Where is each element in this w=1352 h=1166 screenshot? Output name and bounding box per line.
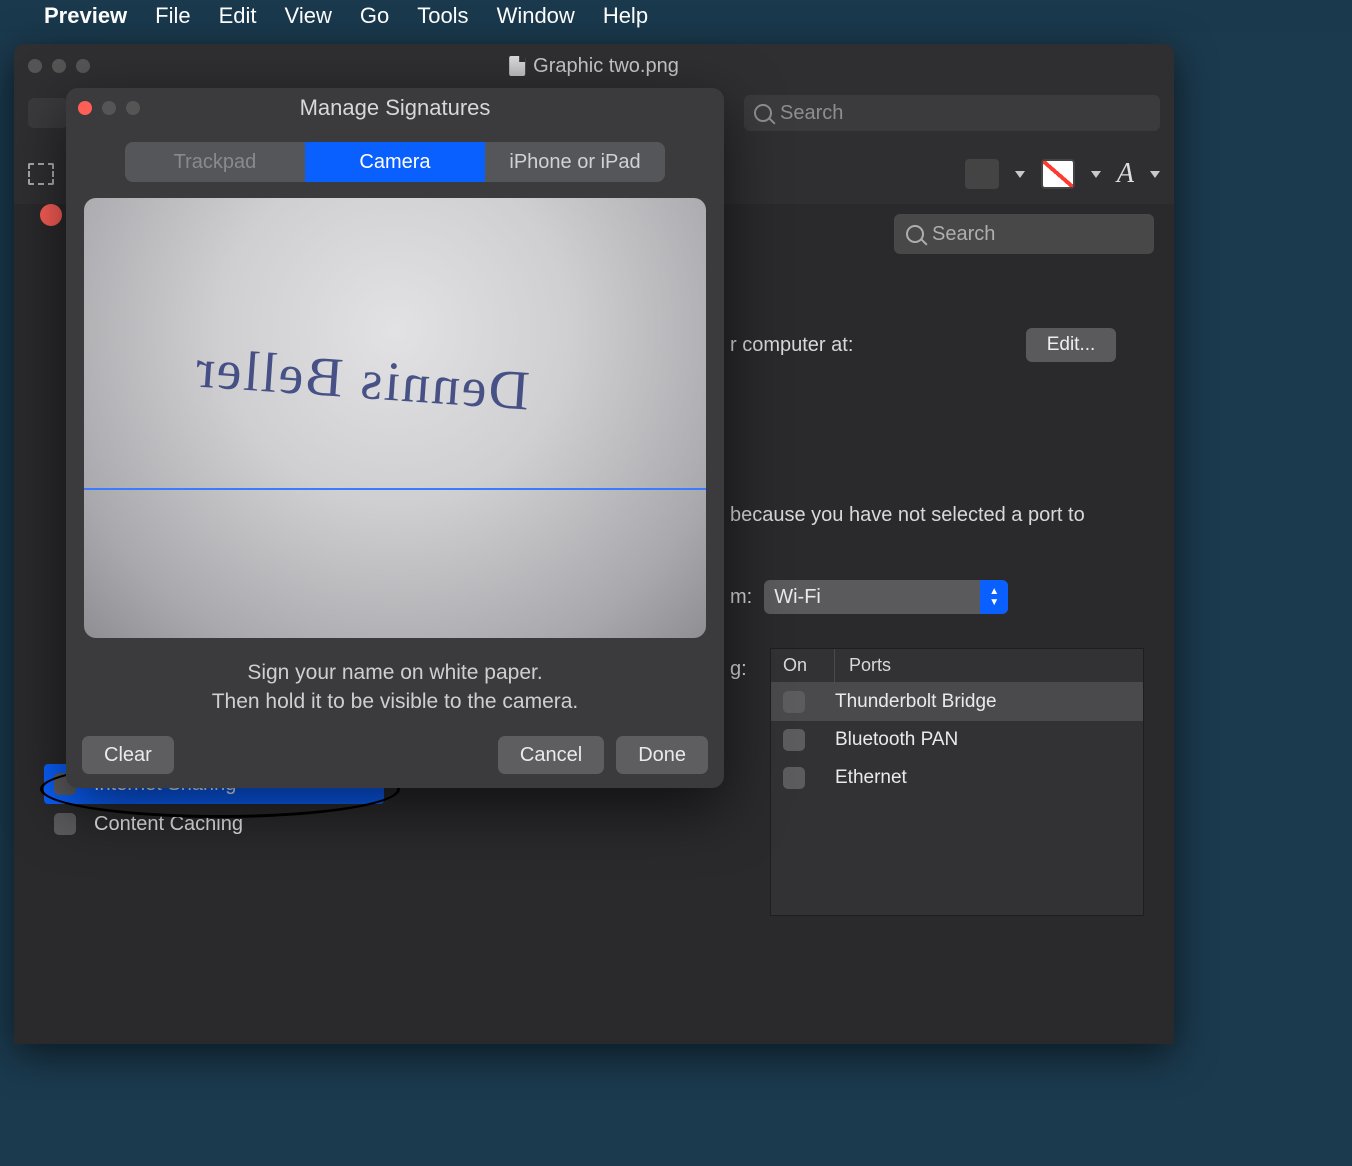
tab-iphone-label: iPhone or iPad (509, 151, 640, 174)
signature-baseline (84, 488, 706, 490)
menu-view[interactable]: View (285, 3, 332, 29)
document-icon (509, 56, 525, 76)
service-label: Content Caching (94, 813, 243, 836)
button-spacer (186, 736, 486, 774)
ports-table-header: On Ports (771, 649, 1143, 683)
sharing-search-placeholder: Search (932, 223, 995, 246)
sharing-search-field[interactable]: Search (894, 214, 1154, 254)
menu-window[interactable]: Window (497, 3, 575, 29)
text-style-button[interactable]: A (1117, 158, 1134, 190)
tab-camera[interactable]: Camera (305, 142, 485, 182)
border-color-swatch[interactable] (965, 159, 999, 189)
app-name[interactable]: Preview (44, 3, 127, 29)
edit-button-label: Edit... (1047, 334, 1096, 356)
sharing-computer-label: r computer at: (730, 334, 853, 357)
ports-using-label: g: (730, 658, 747, 681)
clear-button-label: Clear (104, 744, 152, 767)
dialog-titlebar: Manage Signatures (66, 88, 724, 128)
service-checkbox[interactable] (54, 813, 76, 835)
edit-computer-name-button[interactable]: Edit... (1026, 328, 1116, 362)
window-title-wrap: Graphic two.png (509, 55, 679, 78)
done-button-label: Done (638, 744, 686, 767)
sharing-port-warning: because you have not selected a port to (730, 504, 1134, 527)
ports-row[interactable]: Thunderbolt Bridge (771, 683, 1143, 721)
share-connection-select[interactable]: Wi-Fi ▲▼ (764, 580, 1008, 614)
menubar: Preview File Edit View Go Tools Window H… (0, 0, 1352, 32)
camera-preview: Dennis Beller (84, 198, 706, 638)
preview-traffic-lights (28, 59, 90, 73)
search-icon (754, 104, 772, 122)
dialog-minimize-button[interactable] (102, 101, 116, 115)
sharing-item-content-caching[interactable]: Content Caching (44, 804, 384, 844)
text-style-menu-icon[interactable] (1150, 171, 1160, 178)
zoom-window-button[interactable] (76, 59, 90, 73)
tab-trackpad[interactable]: Trackpad (125, 142, 305, 182)
menu-edit[interactable]: Edit (219, 3, 257, 29)
menu-file[interactable]: File (155, 3, 190, 29)
dialog-traffic-lights (78, 101, 140, 115)
share-connection-value: Wi-Fi (774, 586, 821, 609)
done-button[interactable]: Done (616, 736, 708, 774)
signature-source-tabs: Trackpad Camera iPhone or iPad (125, 142, 665, 182)
dialog-button-row: Clear Cancel Done (66, 736, 724, 774)
port-checkbox[interactable] (783, 691, 805, 713)
manage-signatures-dialog: Manage Signatures Trackpad Camera iPhone… (66, 88, 724, 788)
menu-tools[interactable]: Tools (417, 3, 468, 29)
select-stepper-icon: ▲▼ (980, 580, 1008, 614)
ports-header-on: On (771, 649, 835, 682)
port-checkbox[interactable] (783, 767, 805, 789)
dialog-close-button[interactable] (78, 101, 92, 115)
toolbar-search-field[interactable]: Search (744, 95, 1160, 131)
preview-titlebar: Graphic two.png (14, 44, 1174, 88)
share-connection-row: m: Wi-Fi ▲▼ (730, 580, 1008, 614)
share-connection-label: m: (730, 586, 752, 609)
dialog-title: Manage Signatures (300, 95, 491, 121)
camera-instructions: Sign your name on white paper. Then hold… (66, 658, 724, 717)
minimize-window-button[interactable] (52, 59, 66, 73)
fill-color-menu-icon[interactable] (1091, 171, 1101, 178)
port-label: Ethernet (835, 767, 907, 789)
captured-signature: Dennis Beller (192, 336, 531, 423)
border-color-menu-icon[interactable] (1015, 171, 1025, 178)
sidebar-toggle-button[interactable] (28, 98, 68, 128)
tab-trackpad-label: Trackpad (174, 151, 257, 174)
sharing-services-list: Internet Sharing Content Caching (44, 764, 384, 964)
tab-camera-label: Camera (359, 151, 430, 174)
port-checkbox[interactable] (783, 729, 805, 751)
dialog-zoom-button[interactable] (126, 101, 140, 115)
cancel-button[interactable]: Cancel (498, 736, 604, 774)
ports-header-ports: Ports (835, 649, 1143, 682)
cancel-button-label: Cancel (520, 744, 582, 767)
clear-button[interactable]: Clear (82, 736, 174, 774)
selection-tool-icon[interactable] (28, 163, 54, 185)
ports-row[interactable]: Bluetooth PAN (771, 721, 1143, 759)
markup-tool-strip: A (965, 158, 1160, 190)
menu-help[interactable]: Help (603, 3, 648, 29)
instruction-line-1: Sign your name on white paper. (66, 658, 724, 687)
ports-table: On Ports Thunderbolt Bridge Bluetooth PA… (770, 648, 1144, 916)
toolbar-search-placeholder: Search (780, 102, 843, 125)
ports-row[interactable]: Ethernet (771, 759, 1143, 797)
search-icon (906, 225, 924, 243)
window-title: Graphic two.png (533, 55, 679, 78)
close-window-button[interactable] (28, 59, 42, 73)
tab-iphone-ipad[interactable]: iPhone or iPad (485, 142, 665, 182)
port-label: Bluetooth PAN (835, 729, 958, 751)
port-label: Thunderbolt Bridge (835, 691, 997, 713)
menu-go[interactable]: Go (360, 3, 389, 29)
fill-color-swatch[interactable] (1041, 159, 1075, 189)
recording-indicator-icon (40, 204, 62, 226)
instruction-line-2: Then hold it to be visible to the camera… (66, 687, 724, 716)
